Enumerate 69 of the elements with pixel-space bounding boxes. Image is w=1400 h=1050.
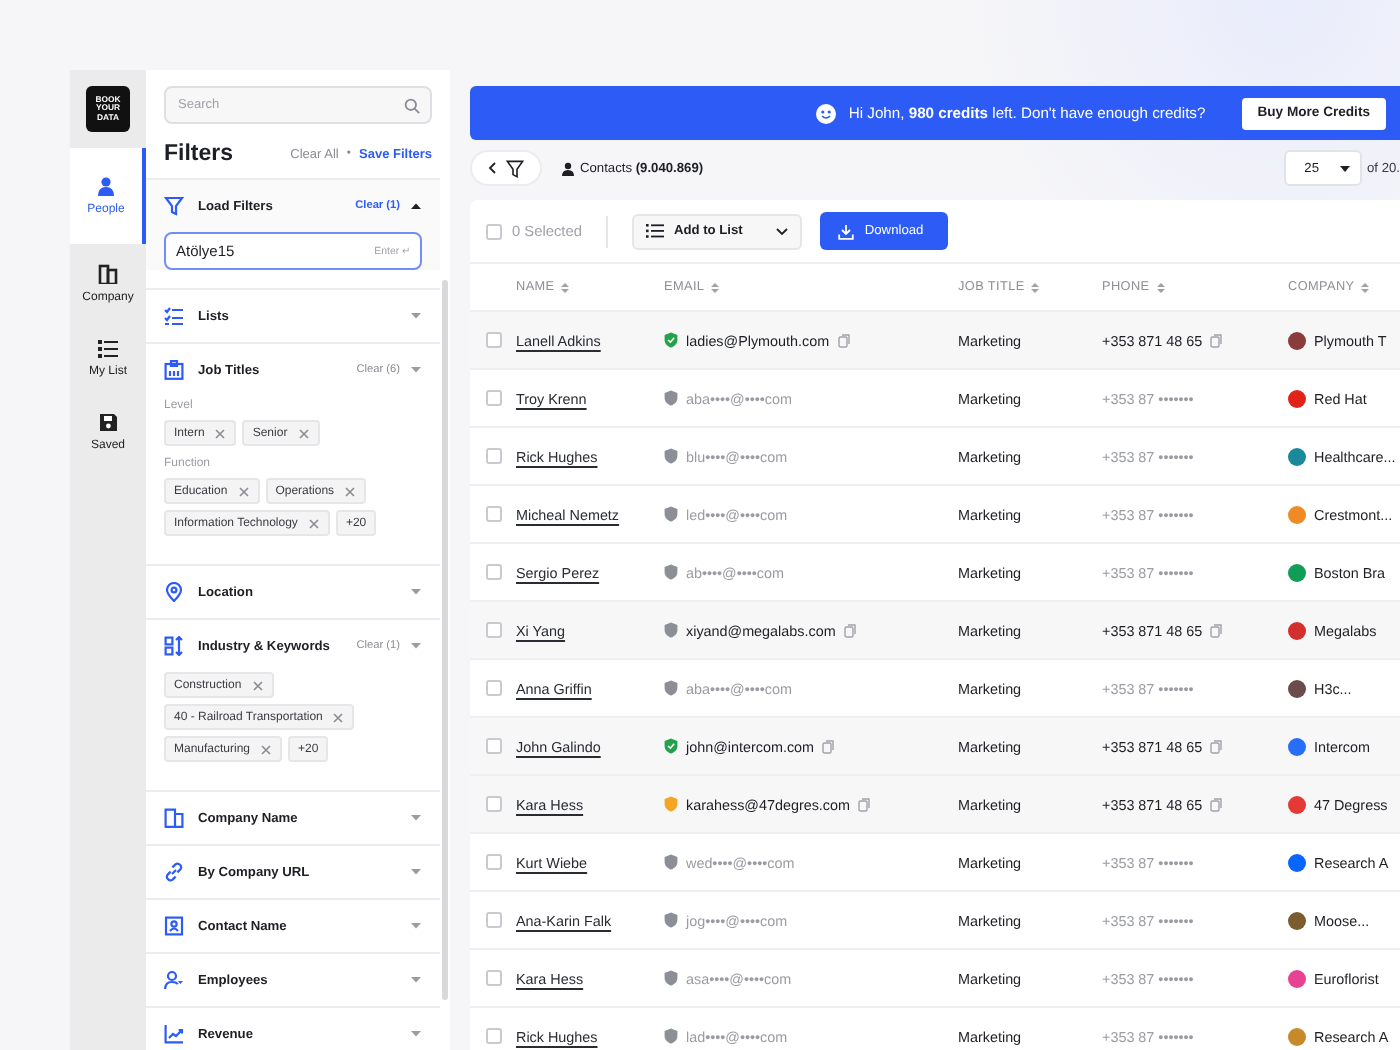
row-checkbox[interactable] <box>486 912 502 928</box>
funnel-icon <box>506 159 524 177</box>
row-checkbox[interactable] <box>486 506 502 522</box>
row-checkbox[interactable] <box>486 390 502 406</box>
panel-title: Filters <box>164 142 236 166</box>
funnel-icon <box>164 196 184 216</box>
sort-icon <box>710 281 721 293</box>
person-icon <box>562 161 574 175</box>
row-checkbox[interactable] <box>486 448 502 464</box>
chevron-down-icon <box>776 227 789 235</box>
copy-icon <box>843 623 856 637</box>
checklist-icon <box>164 306 184 326</box>
sort-icon <box>1155 281 1166 293</box>
caret-down-icon <box>410 922 422 930</box>
caret-up-icon <box>410 202 422 210</box>
copy-icon <box>858 797 871 811</box>
caret-down-icon <box>410 642 422 650</box>
list-icon <box>98 338 118 358</box>
smiley-icon <box>816 103 837 123</box>
copy-icon <box>1210 797 1223 811</box>
close-icon <box>260 743 273 755</box>
caret-down-icon <box>410 1030 422 1038</box>
chevron-left-icon <box>488 162 496 174</box>
copy-icon <box>837 333 850 347</box>
caret-down-icon <box>410 366 422 374</box>
caret-down-icon <box>410 814 422 822</box>
caret-down-icon <box>410 976 422 984</box>
building-icon <box>164 808 184 828</box>
caret-down-icon <box>410 312 422 320</box>
sort-icon <box>560 281 571 293</box>
people-icon <box>164 970 184 990</box>
close-icon <box>332 711 345 723</box>
id-badge-icon <box>164 360 184 380</box>
select-all-checkbox[interactable] <box>486 223 502 239</box>
row-checkbox[interactable] <box>486 796 502 812</box>
caret-down-icon <box>410 868 422 876</box>
filter-toggle-button[interactable] <box>470 150 542 186</box>
search-icon <box>404 97 420 113</box>
close-icon <box>251 679 264 691</box>
link-icon <box>164 862 184 882</box>
row-checkbox[interactable] <box>486 854 502 870</box>
row-checkbox[interactable] <box>486 970 502 986</box>
close-icon <box>307 517 320 529</box>
row-checkbox[interactable] <box>486 622 502 638</box>
person-icon <box>96 175 116 195</box>
row-checkbox[interactable] <box>486 680 502 696</box>
list-icon <box>645 224 664 238</box>
close-icon <box>214 427 227 439</box>
contact-card-icon <box>164 916 184 936</box>
close-icon <box>344 485 357 497</box>
sort-icon <box>1360 281 1371 293</box>
copy-icon <box>1210 623 1223 637</box>
sort-icon <box>1030 281 1041 293</box>
row-checkbox[interactable] <box>486 738 502 754</box>
copy-icon <box>1210 333 1223 347</box>
close-icon <box>237 485 250 497</box>
row-checkbox[interactable] <box>486 1028 502 1044</box>
download-icon <box>838 223 855 239</box>
caret-down-icon <box>410 588 422 596</box>
location-pin-icon <box>164 582 184 602</box>
row-checkbox[interactable] <box>486 564 502 580</box>
caret-down-icon <box>1339 165 1349 171</box>
copy-icon <box>1210 739 1223 753</box>
close-icon <box>297 427 310 439</box>
copy-icon <box>822 739 835 753</box>
tags-icon <box>164 636 184 656</box>
growth-chart-icon <box>164 1024 184 1044</box>
building-icon <box>98 264 118 284</box>
row-checkbox[interactable] <box>486 332 502 348</box>
